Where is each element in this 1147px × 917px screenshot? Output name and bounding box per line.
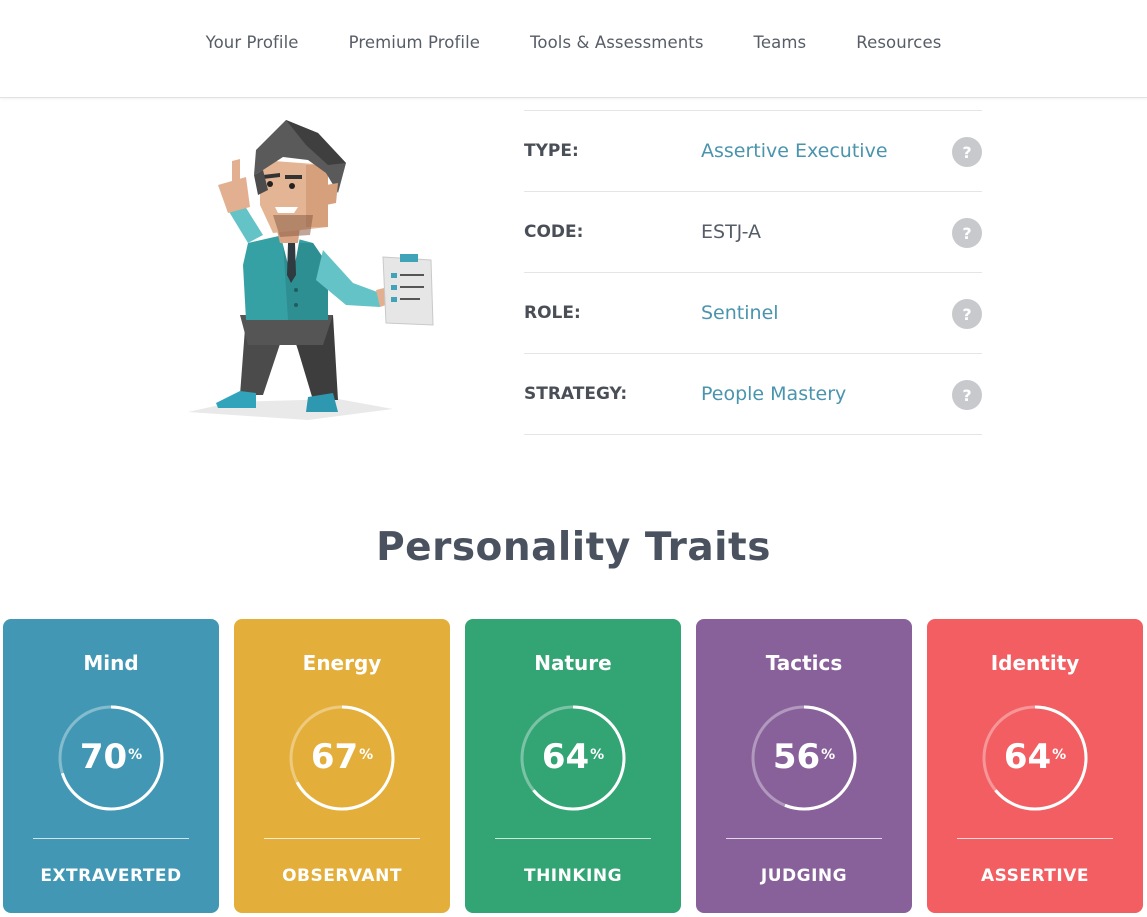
percent-sign: % bbox=[821, 747, 836, 763]
trait-card-tactics[interactable]: Tactics 56% JUDGING bbox=[696, 619, 912, 913]
trait-card-mind[interactable]: Mind 70% EXTRAVERTED bbox=[3, 619, 219, 913]
help-icon[interactable]: ? bbox=[952, 137, 982, 167]
info-row-role: ROLE: Sentinel ? bbox=[524, 273, 982, 354]
card-title: Nature bbox=[534, 651, 612, 675]
card-divider bbox=[264, 838, 420, 839]
trait-card-identity[interactable]: Identity 64% ASSERTIVE bbox=[927, 619, 1143, 913]
personality-traits-heading: Personality Traits bbox=[376, 525, 771, 570]
info-row-strategy: STRATEGY: People Mastery ? bbox=[524, 354, 982, 435]
progress-ring: 70% bbox=[58, 705, 164, 811]
help-icon[interactable]: ? bbox=[952, 380, 982, 410]
percent-number: 56 bbox=[772, 737, 821, 777]
strategy-label: STRATEGY: bbox=[524, 384, 628, 404]
card-title: Energy bbox=[302, 651, 382, 675]
card-trait-label: OBSERVANT bbox=[282, 866, 402, 886]
progress-ring: 64% bbox=[520, 705, 626, 811]
percent-number: 70 bbox=[79, 737, 128, 777]
card-trait-label: THINKING bbox=[523, 866, 623, 886]
progress-ring: 56% bbox=[751, 705, 857, 811]
role-label: ROLE: bbox=[524, 303, 581, 323]
info-row-code: CODE: ESTJ-A ? bbox=[524, 192, 982, 273]
nav-premium-profile[interactable]: Premium Profile bbox=[349, 33, 480, 52]
percent-sign: % bbox=[359, 747, 374, 763]
type-label: TYPE: bbox=[524, 141, 579, 161]
nav-tools-assessments[interactable]: Tools & Assessments bbox=[530, 33, 703, 52]
percent-value: 70% bbox=[58, 737, 164, 777]
info-row-type: TYPE: Assertive Executive ? bbox=[524, 111, 982, 192]
help-icon[interactable]: ? bbox=[952, 218, 982, 248]
card-divider bbox=[495, 838, 651, 839]
percent-sign: % bbox=[590, 747, 605, 763]
percent-value: 64% bbox=[982, 737, 1088, 777]
percent-sign: % bbox=[128, 747, 143, 763]
trait-cards: Mind 70% EXTRAVERTED Energy 67% OBSERVAN… bbox=[3, 619, 1144, 913]
top-navigation: Your Profile Premium Profile Tools & Ass… bbox=[0, 0, 1147, 98]
strategy-value-link[interactable]: People Mastery bbox=[701, 383, 846, 405]
code-value: ESTJ-A bbox=[701, 221, 762, 243]
nav-teams[interactable]: Teams bbox=[754, 33, 807, 52]
profile-info-table: TYPE: Assertive Executive ? CODE: ESTJ-A… bbox=[524, 110, 982, 435]
percent-value: 67% bbox=[289, 737, 395, 777]
card-trait-label: ASSERTIVE bbox=[980, 866, 1089, 886]
nav-resources[interactable]: Resources bbox=[856, 33, 941, 52]
percent-number: 64 bbox=[541, 737, 590, 777]
percent-value: 64% bbox=[520, 737, 626, 777]
card-trait-label: JUDGING bbox=[760, 866, 848, 886]
executive-character-icon bbox=[188, 120, 434, 420]
card-trait-label: EXTRAVERTED bbox=[40, 866, 182, 886]
percent-number: 64 bbox=[1003, 737, 1052, 777]
card-title: Tactics bbox=[765, 651, 843, 675]
code-label: CODE: bbox=[524, 222, 584, 242]
card-divider bbox=[33, 838, 189, 839]
executive-character-illustration bbox=[188, 115, 438, 425]
card-title: Mind bbox=[83, 651, 139, 675]
percent-sign: % bbox=[1052, 747, 1067, 763]
role-value-link[interactable]: Sentinel bbox=[701, 302, 779, 324]
trait-card-energy[interactable]: Energy 67% OBSERVANT bbox=[234, 619, 450, 913]
percent-number: 67 bbox=[310, 737, 359, 777]
progress-ring: 64% bbox=[982, 705, 1088, 811]
nav-your-profile[interactable]: Your Profile bbox=[206, 33, 299, 52]
card-divider bbox=[957, 838, 1113, 839]
percent-value: 56% bbox=[751, 737, 857, 777]
trait-card-nature[interactable]: Nature 64% THINKING bbox=[465, 619, 681, 913]
help-icon[interactable]: ? bbox=[952, 299, 982, 329]
card-title: Identity bbox=[990, 651, 1080, 675]
type-value-link[interactable]: Assertive Executive bbox=[701, 140, 888, 162]
progress-ring: 67% bbox=[289, 705, 395, 811]
card-divider bbox=[726, 838, 882, 839]
